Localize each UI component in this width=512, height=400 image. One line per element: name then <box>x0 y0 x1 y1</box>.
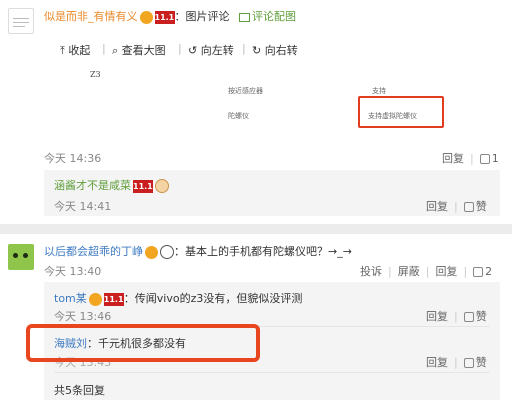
avatar-eye <box>13 253 18 258</box>
comment-header: 似是而非_有情有义 11.11：图片评论 评论配图 <box>44 8 296 24</box>
reply-time: 今天 13:46 <box>54 310 112 323</box>
image-row1-right: 支持 <box>372 87 386 95</box>
member-badge-icon: 11.11 <box>133 179 159 193</box>
comment-text: ：基本上的手机都有陀螺仪吧？→_→ <box>174 245 352 258</box>
rotate-right-icon: ↻ <box>252 44 262 57</box>
comment-author[interactable]: 似是而非_有情有义 <box>44 10 138 23</box>
more-replies-link[interactable]: 共5条回复 <box>54 382 105 398</box>
like-button[interactable]: 赞 <box>463 200 487 213</box>
thumbs-up-icon <box>479 154 490 164</box>
view-large-label: 查看大图 <box>121 44 166 57</box>
collapse-icon: ⤒ <box>60 44 65 57</box>
image-viewer: ⤒ 收起 | ⌕ 查看大图 | ↺ 向左转 | ↻ 向右转 Z3 按近感应器 支… <box>56 34 494 144</box>
reply-item: tom某 11.11：传闻vivo的z3没有，但貌似没评测 <box>54 290 302 306</box>
like-label: 赞 <box>475 310 487 323</box>
image-toolbar: ⤒ 收起 | ⌕ 查看大图 | ↺ 向左转 | ↻ 向右转 <box>56 40 494 60</box>
vip-badge-icon <box>139 10 153 24</box>
thumbs-up-icon <box>463 358 474 368</box>
reply-author[interactable]: 涵酱才不是咸菜 <box>54 179 131 192</box>
view-comment-picture-link[interactable]: 评论配图 <box>252 10 296 23</box>
action-divider: | <box>463 265 468 278</box>
search-icon: ⌕ <box>112 44 119 57</box>
toolbar-divider: | <box>242 42 246 55</box>
reply-author[interactable]: tom某 <box>54 292 87 305</box>
vip-badge-icon <box>88 292 102 306</box>
highlight-box <box>358 96 444 128</box>
like-label: 赞 <box>475 356 487 369</box>
comment-actions: 回复 | 1 <box>442 150 499 166</box>
reply-button[interactable]: 回复 <box>426 310 448 323</box>
image-row2-left: 陀螺仪 <box>228 112 249 120</box>
reply-item: 涵酱才不是咸菜 11.11 <box>54 177 169 193</box>
reply-button[interactable]: 回复 <box>426 356 448 369</box>
reply-box: 涵酱才不是咸菜 11.11 今天 14:41 回复 | 赞 <box>44 170 500 216</box>
comment-actions: 投诉 | 屏蔽 | 回复 | 2 <box>360 263 492 279</box>
toolbar-divider: | <box>102 42 106 55</box>
thumbs-up-icon <box>473 267 484 277</box>
reply-actions: 回复 | 赞 <box>426 198 487 214</box>
highlight-box <box>26 324 260 362</box>
report-button[interactable]: 投诉 <box>360 265 382 278</box>
reply-actions: 回复 | 赞 <box>426 354 487 370</box>
action-divider: | <box>454 356 458 369</box>
rotate-left-button[interactable]: ↺ 向左转 <box>188 42 234 58</box>
view-large-button[interactable]: ⌕ 查看大图 <box>112 42 166 58</box>
action-divider: | <box>454 200 458 213</box>
member-badge-icon: 11.11 <box>154 10 180 24</box>
member-badge-icon: 11.11 <box>103 292 130 306</box>
action-divider: | <box>470 152 474 165</box>
action-divider: | <box>388 265 392 278</box>
rotate-left-label: 向左转 <box>200 44 234 57</box>
rotate-right-button[interactable]: ↻ 向右转 <box>252 42 298 58</box>
thumbs-up-icon <box>463 202 474 212</box>
rotate-left-icon: ↺ <box>188 44 198 57</box>
like-label: 赞 <box>475 200 487 213</box>
action-divider: | <box>454 310 458 323</box>
comment-text: ：图片评论 <box>174 10 230 23</box>
like-count: 1 <box>491 152 499 165</box>
reply-button[interactable]: 回复 <box>435 265 457 278</box>
comment-card: 似是而非_有情有义 11.11：图片评论 评论配图 ⤒ 收起 | ⌕ 查看大图 |… <box>0 0 512 224</box>
comment-time: 今天 13:40 <box>44 265 102 278</box>
user-avatar[interactable] <box>8 244 34 270</box>
comment-header: 以后都会超乖的丁峥 ：基本上的手机都有陀螺仪吧？→_→ <box>44 243 352 259</box>
user-avatar[interactable] <box>8 8 34 34</box>
cat-emoji-icon <box>155 179 169 193</box>
like-button[interactable]: 1 <box>479 152 499 165</box>
reply-time: 今天 14:41 <box>54 200 112 213</box>
comment-author[interactable]: 以后都会超乖的丁峥 <box>44 245 143 258</box>
picture-icon <box>239 12 250 22</box>
vip-badge-icon <box>145 245 158 259</box>
collapse-button[interactable]: ⤒ 收起 <box>60 42 90 58</box>
reply-divider <box>54 372 490 373</box>
toolbar-divider: | <box>178 42 182 55</box>
reply-text: ：传闻vivo的z3没有，但貌似没评测 <box>123 292 303 305</box>
like-button[interactable]: 2 <box>473 265 492 278</box>
image-model-text: Z3 <box>90 70 101 79</box>
rotate-right-label: 向右转 <box>264 44 298 57</box>
comment-time: 今天 14:36 <box>44 152 102 165</box>
panda-emoji-icon <box>160 245 174 259</box>
reply-button[interactable]: 回复 <box>426 200 448 213</box>
reply-button[interactable]: 回复 <box>442 152 464 165</box>
collapse-label: 收起 <box>68 44 91 57</box>
reply-actions: 回复 | 赞 <box>426 308 487 324</box>
block-button[interactable]: 屏蔽 <box>398 265 420 278</box>
thumbs-up-icon <box>463 312 474 322</box>
like-count: 2 <box>485 265 493 278</box>
image-row1-left: 按近感应器 <box>228 87 263 95</box>
like-button[interactable]: 赞 <box>463 310 487 323</box>
action-divider: | <box>425 265 430 278</box>
like-button[interactable]: 赞 <box>463 356 487 369</box>
avatar-eye <box>23 253 28 258</box>
